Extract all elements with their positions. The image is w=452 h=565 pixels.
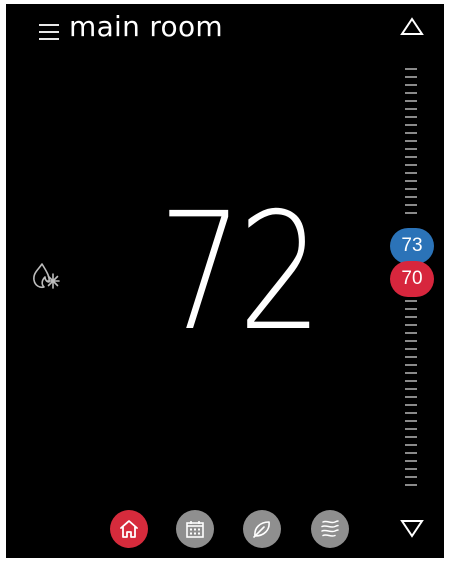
scale-tick [405, 124, 417, 126]
scale-tick [405, 412, 417, 414]
scale-tick [405, 396, 417, 398]
scale-tick [405, 324, 417, 326]
scale-tick [405, 420, 417, 422]
scale-tick [405, 380, 417, 382]
eco-button[interactable] [243, 510, 281, 548]
scale-tick [405, 140, 417, 142]
scale-tick [405, 476, 417, 478]
scale-tick [405, 92, 417, 94]
scale-tick [405, 452, 417, 454]
scale-tick [405, 316, 417, 318]
cool-setpoint-badge[interactable]: 73 [390, 228, 434, 264]
scale-tick [405, 348, 417, 350]
scale-tick [405, 188, 417, 190]
scale-tick [405, 468, 417, 470]
up-arrow-icon[interactable] [400, 17, 424, 37]
home-icon [120, 520, 138, 538]
scale-tick [405, 428, 417, 430]
down-arrow-icon[interactable] [400, 518, 424, 538]
scale-tick [405, 156, 417, 158]
fan-button[interactable] [311, 510, 349, 548]
scale-tick [405, 76, 417, 78]
scale-tick [405, 364, 417, 366]
leaf-icon [253, 521, 270, 538]
scale-tick [405, 148, 417, 150]
scale-tick [405, 300, 417, 302]
hamburger-menu-icon[interactable] [39, 24, 59, 40]
schedule-button[interactable] [176, 510, 214, 548]
scale-tick [405, 340, 417, 342]
scale-tick [405, 100, 417, 102]
scale-tick [405, 308, 417, 310]
scale-tick [405, 372, 417, 374]
thermostat-screen: main room 72 73 70 [6, 4, 444, 558]
fan-airflow-icon [321, 520, 339, 537]
heat-cool-mode-icon[interactable] [30, 260, 64, 292]
current-temperature: 72 [158, 179, 322, 367]
scale-tick [405, 196, 417, 198]
scale-tick [405, 180, 417, 182]
scale-tick [405, 444, 417, 446]
home-button[interactable] [110, 510, 148, 548]
scale-tick [405, 164, 417, 166]
scale-tick [405, 116, 417, 118]
room-title[interactable]: main room [69, 10, 223, 43]
scale-tick [405, 404, 417, 406]
scale-tick [405, 172, 417, 174]
scale-tick [405, 212, 417, 214]
scale-tick [405, 388, 417, 390]
scale-tick [405, 484, 417, 486]
scale-tick [405, 460, 417, 462]
scale-tick [405, 84, 417, 86]
scale-tick [405, 436, 417, 438]
heat-setpoint-badge[interactable]: 70 [390, 261, 434, 297]
calendar-icon [186, 521, 204, 538]
scale-tick [405, 132, 417, 134]
scale-tick [405, 108, 417, 110]
scale-tick [405, 356, 417, 358]
scale-tick [405, 204, 417, 206]
scale-tick [405, 332, 417, 334]
scale-tick [405, 68, 417, 70]
